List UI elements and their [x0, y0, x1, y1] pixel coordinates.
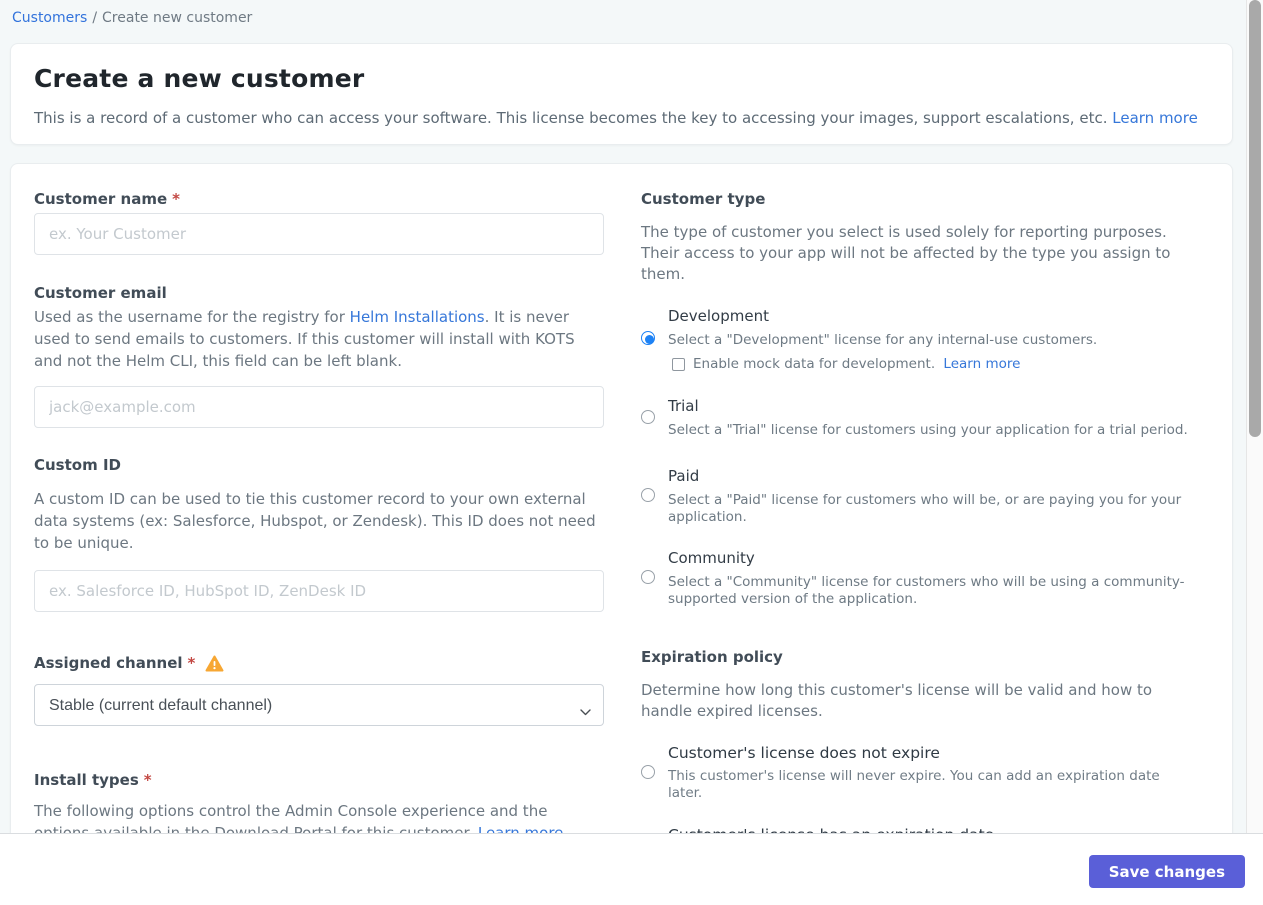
footer-bar: Save changes: [0, 833, 1263, 905]
custom-id-input[interactable]: [34, 570, 604, 612]
customer-name-label: Customer name *: [34, 190, 180, 208]
breadcrumb-current: Create new customer: [102, 10, 253, 26]
install-types-label: Install types *: [34, 771, 152, 789]
required-asterisk: *: [143, 771, 152, 789]
customer-email-help: Used as the username for the registry fo…: [34, 308, 575, 370]
customer-email-label: Customer email: [34, 284, 167, 302]
customer-type-option-trial: Trial Select a "Trial" license for custo…: [641, 396, 1196, 439]
warning-icon: [205, 655, 224, 672]
option-title: Paid: [668, 467, 700, 485]
assigned-channel-select-wrap: Stable (current default channel): [34, 684, 604, 726]
option-title: Customer's license does not expire: [668, 744, 940, 762]
option-title: Trial: [668, 397, 699, 415]
assigned-channel-select[interactable]: Stable (current default channel): [34, 684, 604, 726]
scrollbar-thumb[interactable]: [1249, 0, 1261, 437]
create-customer-form-card: Customer name * Customer email Used as t…: [10, 163, 1233, 905]
page-scrollbar[interactable]: [1246, 0, 1263, 833]
mock-data-label: Enable mock data for development. Learn …: [693, 356, 1021, 372]
custom-id-label: Custom ID: [34, 456, 121, 474]
page-description: This is a record of a customer who can a…: [34, 109, 1198, 127]
customer-email-input[interactable]: [34, 386, 604, 428]
expiration-option-no-expire: Customer's license does not expire This …: [641, 743, 1196, 802]
option-description: Select a "Community" license for custome…: [668, 574, 1185, 607]
custom-id-help: A custom ID can be used to tie this cust…: [34, 490, 596, 552]
header-learn-more-link[interactable]: Learn more: [1112, 109, 1198, 127]
customer-type-option-paid: Paid Select a "Paid" license for custome…: [641, 466, 1196, 526]
assigned-channel-label: Assigned channel *: [34, 654, 604, 672]
customer-type-option-development: Development Select a "Development" licen…: [641, 306, 1196, 372]
form-left-column: Customer name * Customer email Used as t…: [34, 190, 604, 904]
mock-data-row: Enable mock data for development. Learn …: [668, 356, 1196, 372]
mock-data-learn-more-link[interactable]: Learn more: [943, 356, 1020, 372]
option-description: Select a "Trial" license for customers u…: [668, 422, 1188, 438]
option-title: Community: [668, 549, 755, 567]
customer-type-option-community: Community Select a "Community" license f…: [641, 548, 1196, 608]
radio-trial[interactable]: [641, 409, 655, 424]
expiration-policy-description: Determine how long this customer's licen…: [641, 681, 1153, 720]
customer-type-description: The type of customer you select is used …: [641, 223, 1171, 283]
option-description: Select a "Development" license for any i…: [668, 332, 1098, 348]
form-right-column: Customer type The type of customer you s…: [641, 190, 1196, 904]
required-asterisk: *: [187, 654, 196, 672]
expiration-policy-label: Expiration policy: [641, 648, 783, 666]
header-card: Create a new customer This is a record o…: [10, 43, 1233, 145]
mock-data-checkbox[interactable]: [672, 357, 685, 371]
radio-community[interactable]: [641, 570, 655, 584]
radio-no-expire[interactable]: [641, 764, 655, 779]
breadcrumb: Customers / Create new customer: [12, 10, 252, 26]
customer-type-label: Customer type: [641, 190, 766, 208]
breadcrumb-separator: /: [92, 10, 98, 26]
required-asterisk: *: [172, 190, 180, 208]
customer-name-input[interactable]: [34, 213, 604, 255]
save-changes-button[interactable]: Save changes: [1088, 855, 1245, 888]
option-title: Development: [668, 307, 769, 325]
radio-development[interactable]: [641, 331, 655, 345]
helm-installations-link[interactable]: Helm Installations: [350, 308, 485, 326]
option-description: This customer's license will never expir…: [668, 768, 1160, 801]
option-description: Select a "Paid" license for customers wh…: [668, 492, 1182, 525]
radio-paid[interactable]: [641, 488, 655, 502]
page-title: Create a new customer: [34, 64, 365, 93]
breadcrumb-link-customers[interactable]: Customers: [12, 10, 87, 26]
